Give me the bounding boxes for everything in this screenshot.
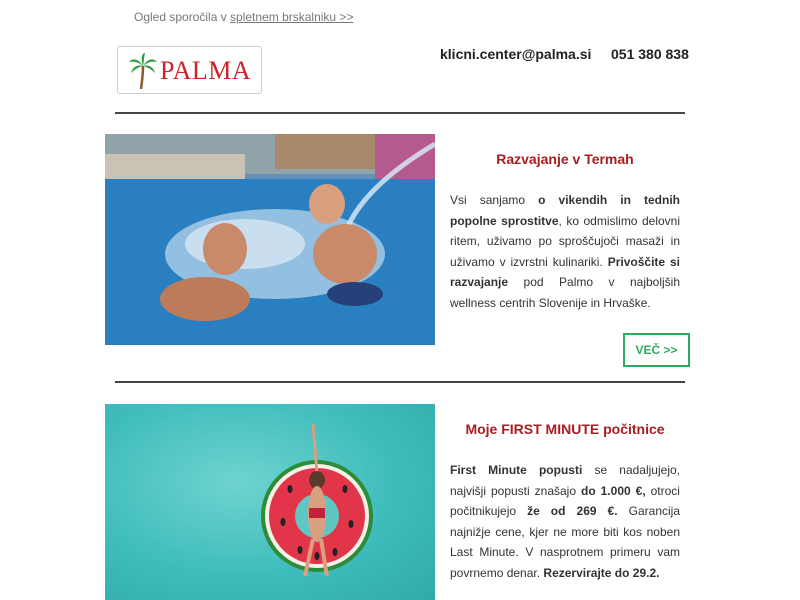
body-text-bold: do 1.000 €, [581,483,646,498]
contact-phone[interactable]: 051 380 838 [611,46,689,62]
body-text-segment: Vsi sanjamo [450,193,539,207]
divider [115,381,685,383]
preheader-text: Ogled sporočila v [134,10,231,24]
article-body: Vsi sanjamo o vikendih in tednih popolne… [450,190,680,313]
palm-tree-icon [129,53,157,90]
contact-email[interactable]: klicni.center@palma.si [440,46,591,62]
watermelon-float-image[interactable] [105,404,435,600]
watermelon-scene [261,423,373,577]
article-body: First Minute popusti se nadaljujejo, naj… [450,460,680,583]
pool-scene [105,134,435,345]
logo-text: PALMA [160,56,252,85]
article-title: Moje FIRST MINUTE počitnice [465,421,665,437]
palma-logo[interactable]: PALMA [117,46,262,94]
pool-splash-image[interactable] [105,134,435,345]
body-text-bold: Rezervirajte do 29.2. [543,565,660,580]
web-view-link[interactable]: spletnem brskalniku >> [230,10,353,24]
body-text-bold: že od 269 €. [527,504,618,518]
more-button[interactable]: VEČ >> [623,333,690,367]
divider [115,112,685,114]
body-text-bold: First Minute popusti [450,463,583,477]
preheader: Ogled sporočila v spletnem brskalniku >> [134,10,353,24]
article-title: Razvajanje v Termah [496,151,634,167]
